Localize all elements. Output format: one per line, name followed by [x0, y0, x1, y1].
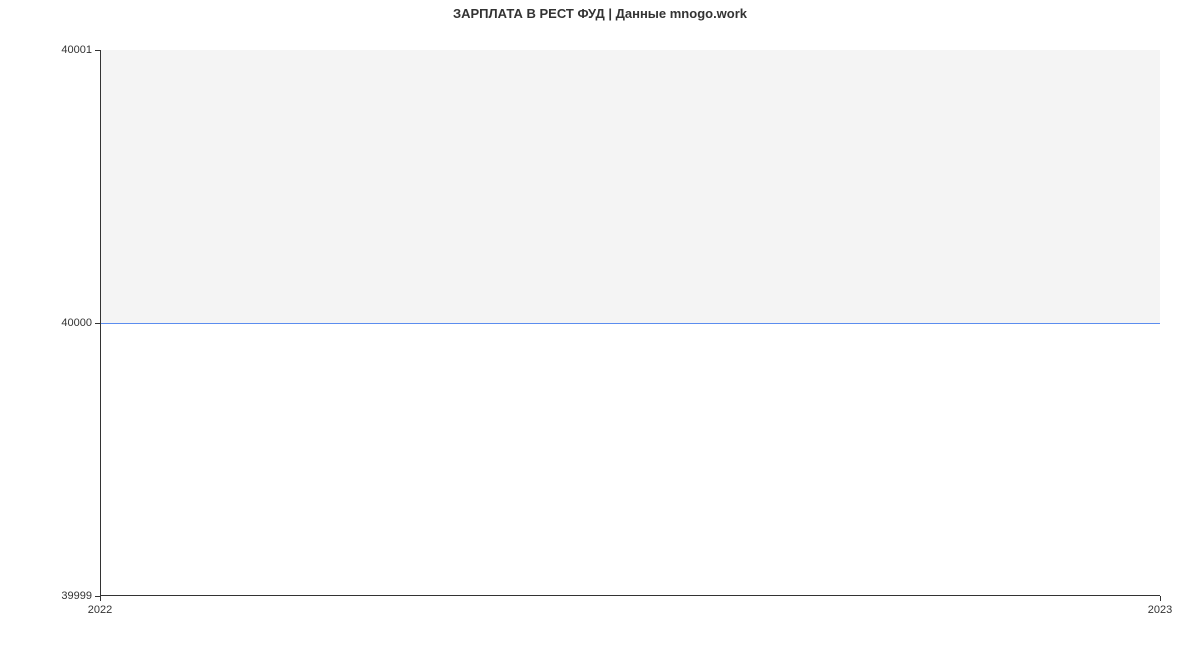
chart-container: ЗАРПЛАТА В РЕСТ ФУД | Данные mnogo.work … — [0, 0, 1200, 650]
x-tick — [1160, 596, 1161, 601]
data-line — [100, 323, 1160, 324]
plot-area: 40001 40000 39999 2022 2023 — [100, 50, 1160, 596]
x-tick-label: 2023 — [1148, 604, 1172, 616]
x-tick — [100, 596, 101, 601]
x-axis — [100, 595, 1160, 596]
y-tick — [95, 50, 100, 51]
x-tick-label: 2022 — [88, 604, 112, 616]
y-tick-label: 40000 — [61, 317, 92, 329]
y-axis — [100, 50, 101, 596]
y-tick — [95, 323, 100, 324]
y-tick-label: 40001 — [61, 44, 92, 56]
grid-band — [100, 50, 1160, 323]
y-tick-label: 39999 — [61, 590, 92, 602]
chart-title: ЗАРПЛАТА В РЕСТ ФУД | Данные mnogo.work — [0, 6, 1200, 21]
